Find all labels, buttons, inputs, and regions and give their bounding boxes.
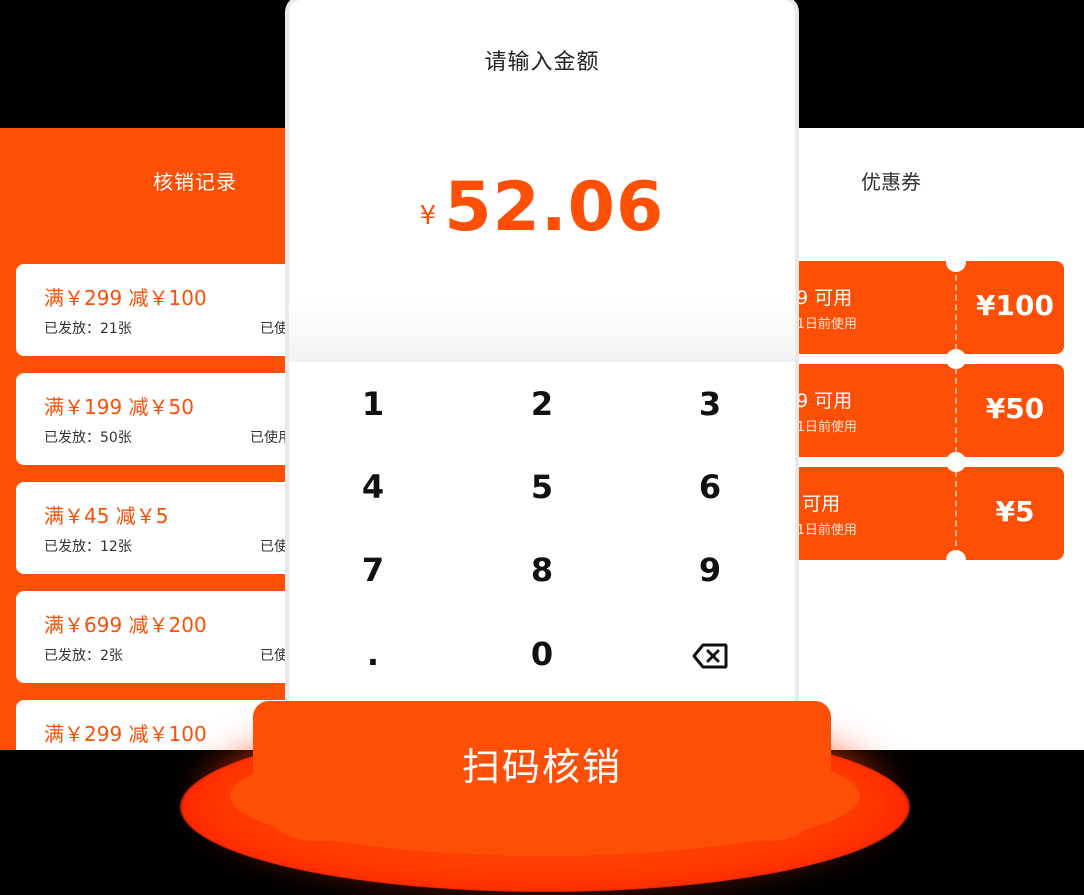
record-card[interactable]: 满￥45 减￥5 已发放：12张 已使 <box>16 482 300 574</box>
currency-symbol: ¥ <box>419 201 437 231</box>
verification-records-title: 核销记录 <box>153 170 237 194</box>
key-1[interactable]: 1 <box>289 362 457 446</box>
keypad-separator <box>289 300 795 362</box>
key-7[interactable]: 7 <box>289 528 457 612</box>
coupon-value: ¥100 <box>976 289 1054 322</box>
coupon-card[interactable]: 99 可用 /01日前使用 ¥50 <box>780 364 1064 457</box>
coupons-title: 优惠券 <box>861 170 921 194</box>
backspace-icon <box>692 635 728 673</box>
key-3[interactable]: 3 <box>626 362 794 446</box>
record-used: 已使用 <box>250 430 292 446</box>
record-title: 满￥199 减￥50 <box>44 395 194 419</box>
backspace-key[interactable] <box>626 612 794 696</box>
scan-verify-button[interactable]: 扫码核销 <box>253 701 831 841</box>
key-2[interactable]: 2 <box>458 362 626 446</box>
amount-display: ¥52.06 <box>289 168 795 247</box>
coupon-notch <box>946 452 966 472</box>
record-title: 满￥299 减￥100 <box>44 286 207 310</box>
record-issued: 已发放：21张 <box>44 321 132 337</box>
amount-input-panel: 请输入金额 ¥52.06 1 2 3 4 5 6 7 8 9 . 0 <box>289 0 795 740</box>
key-5[interactable]: 5 <box>458 445 626 529</box>
record-card[interactable]: 满￥199 减￥50 已发放：50张 已使用 <box>16 373 300 465</box>
record-title: 满￥45 减￥5 <box>44 504 169 528</box>
key-0[interactable]: 0 <box>458 612 626 696</box>
record-issued: 已发放：50张 <box>44 430 132 446</box>
verification-records-panel: 核销记录 满￥299 减￥100 已发放：21张 已使 满￥199 减￥50 已… <box>0 128 300 750</box>
coupon-card[interactable]: 5 可用 /01日前使用 ¥5 <box>780 467 1064 560</box>
record-card[interactable]: 满￥299 减￥100 已发放：21张 已使 <box>16 264 300 356</box>
key-4[interactable]: 4 <box>289 445 457 529</box>
record-title: 满￥699 减￥200 <box>44 613 207 637</box>
coupon-notch <box>946 349 966 369</box>
record-card[interactable]: 满￥699 减￥200 已发放：2张 已使 <box>16 591 300 683</box>
record-issued: 已发放：2张 <box>44 648 123 664</box>
key-6[interactable]: 6 <box>626 445 794 529</box>
key-9[interactable]: 9 <box>626 528 794 612</box>
numeric-keypad: 1 2 3 4 5 6 7 8 9 . 0 <box>289 362 795 740</box>
record-used: 已使 <box>260 321 288 337</box>
record-used: 已使 <box>260 648 288 664</box>
coupon-value: ¥50 <box>985 392 1045 425</box>
key-decimal[interactable]: . <box>289 612 457 696</box>
record-used: 已使 <box>260 539 288 555</box>
amount-input-title: 请输入金额 <box>484 50 600 75</box>
coupon-card[interactable]: 99 可用 /01日前使用 ¥100 <box>780 261 1064 354</box>
amount-value: 52.06 <box>444 168 665 247</box>
record-issued: 已发放：12张 <box>44 539 132 555</box>
record-title: 满￥299 减￥100 <box>44 722 207 746</box>
coupon-notch <box>946 550 966 570</box>
coupon-notch <box>946 252 966 272</box>
key-8[interactable]: 8 <box>458 528 626 612</box>
coupon-value: ¥5 <box>995 495 1035 528</box>
coupons-panel: 优惠券 99 可用 /01日前使用 ¥100 99 可用 /01日前使用 ¥50… <box>780 128 1084 750</box>
